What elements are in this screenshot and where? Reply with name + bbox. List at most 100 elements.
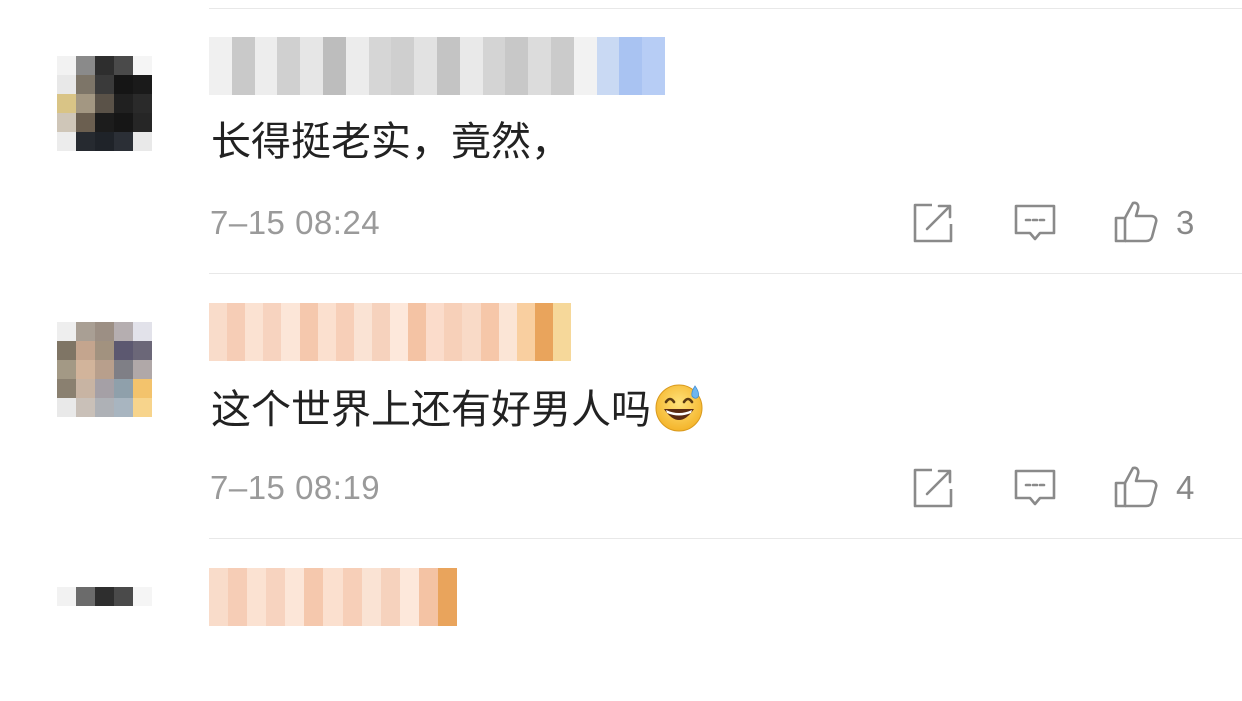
- username-pixel: [534, 303, 554, 361]
- username-pixel: [414, 37, 438, 95]
- username-pixel: [345, 37, 369, 95]
- username-pixel: [281, 303, 301, 361]
- like-count: 3: [1176, 204, 1195, 241]
- username-pixel: [462, 303, 482, 361]
- username-blurred[interactable]: [209, 303, 571, 361]
- avatar-pixel: [76, 56, 95, 75]
- avatar-pixel: [133, 379, 152, 398]
- avatar-pixel: [76, 322, 95, 341]
- avatar-pixel: [57, 56, 76, 75]
- username-pixel: [300, 37, 324, 95]
- avatar-pixel: [133, 341, 152, 360]
- avatar-pixel: [114, 75, 133, 94]
- avatar-pixel: [114, 56, 133, 75]
- username-pixel: [459, 37, 483, 95]
- avatar-pixel: [114, 341, 133, 360]
- username-pixel: [390, 303, 409, 361]
- username-pixel: [437, 568, 457, 626]
- username-pixel: [299, 303, 319, 361]
- username-pixel: [285, 568, 306, 626]
- username-pixel: [247, 568, 268, 626]
- avatar-pixel: [57, 94, 76, 113]
- username-pixel: [498, 303, 518, 361]
- avatar-pixel: [57, 398, 76, 417]
- avatar[interactable]: [38, 303, 171, 436]
- username-pixel: [596, 37, 620, 95]
- username-pixel: [444, 303, 464, 361]
- avatar-pixel: [57, 132, 76, 151]
- avatar-pixel: [76, 75, 95, 94]
- username-pixel: [371, 303, 391, 361]
- username-pixel: [552, 303, 571, 361]
- username-pixel: [516, 303, 536, 361]
- username-pixel: [437, 37, 460, 95]
- share-icon[interactable]: [910, 465, 956, 511]
- avatar-pixel: [57, 75, 76, 94]
- divider: [209, 538, 1242, 539]
- comment-text: 长得挺老实，竟然，: [211, 119, 571, 165]
- avatar-pixel: [57, 587, 76, 606]
- thumbs-up-icon[interactable]: [1113, 463, 1159, 509]
- username-pixel: [426, 303, 446, 361]
- username-pixel: [361, 568, 382, 626]
- username-pixel: [227, 303, 247, 361]
- avatar-pixel: [114, 398, 133, 417]
- avatar-pixel: [95, 322, 114, 341]
- avatar-pixel: [57, 113, 76, 132]
- avatar-pixel: [57, 322, 76, 341]
- avatar-pixel: [95, 132, 114, 151]
- username-pixel: [335, 303, 355, 361]
- avatar-pixel: [133, 360, 152, 379]
- username-pixel: [391, 37, 415, 95]
- username-pixel: [254, 37, 278, 95]
- avatar-pixel: [114, 360, 133, 379]
- avatar-pixel: [57, 341, 76, 360]
- avatar-pixel: [95, 113, 114, 132]
- avatar-pixel: [76, 113, 95, 132]
- avatar-pixel: [114, 113, 133, 132]
- username-pixel: [209, 37, 232, 95]
- share-icon[interactable]: [910, 200, 956, 246]
- username-pixel: [480, 303, 500, 361]
- username-pixel: [209, 568, 229, 626]
- username-pixel: [551, 37, 574, 95]
- avatar[interactable]: [38, 568, 171, 701]
- username-pixel: [263, 303, 283, 361]
- username-pixel: [209, 303, 228, 361]
- username-pixel: [323, 37, 346, 95]
- avatar-pixel: [133, 322, 152, 341]
- avatar-pixel: [76, 94, 95, 113]
- avatar-pixel: [114, 132, 133, 151]
- avatar-pixel: [76, 379, 95, 398]
- comment-timestamp: 7–15 08:19: [210, 469, 381, 506]
- username-pixel: [482, 37, 506, 95]
- thumbs-up-icon[interactable]: [1113, 198, 1159, 244]
- divider: [209, 8, 1242, 9]
- username-pixel: [505, 37, 529, 95]
- comment-text-body: 这个世界上还有好男人吗: [211, 387, 651, 433]
- username-blurred[interactable]: [209, 568, 457, 626]
- username-pixel: [277, 37, 301, 95]
- avatar-pixel: [114, 587, 133, 606]
- username-pixel: [380, 568, 401, 626]
- avatar-pixel: [133, 56, 152, 75]
- avatar[interactable]: [38, 37, 171, 170]
- avatar-pixel: [95, 360, 114, 379]
- avatar-pixel: [95, 379, 114, 398]
- like-count: 4: [1176, 469, 1195, 506]
- username-blurred[interactable]: [209, 37, 665, 95]
- avatar-pixel: [95, 341, 114, 360]
- avatar-pixel: [76, 360, 95, 379]
- username-pixel: [573, 37, 597, 95]
- username-pixel: [642, 37, 665, 95]
- username-pixel: [317, 303, 337, 361]
- avatar-pixel: [76, 587, 95, 606]
- comment-icon[interactable]: [1012, 200, 1058, 246]
- username-pixel: [528, 37, 552, 95]
- username-pixel: [231, 37, 255, 95]
- avatar-pixel: [114, 94, 133, 113]
- avatar-pixel: [57, 360, 76, 379]
- avatar-pixel: [133, 398, 152, 417]
- grinning-sweat-emoji: [655, 384, 703, 432]
- comment-icon[interactable]: [1012, 465, 1058, 511]
